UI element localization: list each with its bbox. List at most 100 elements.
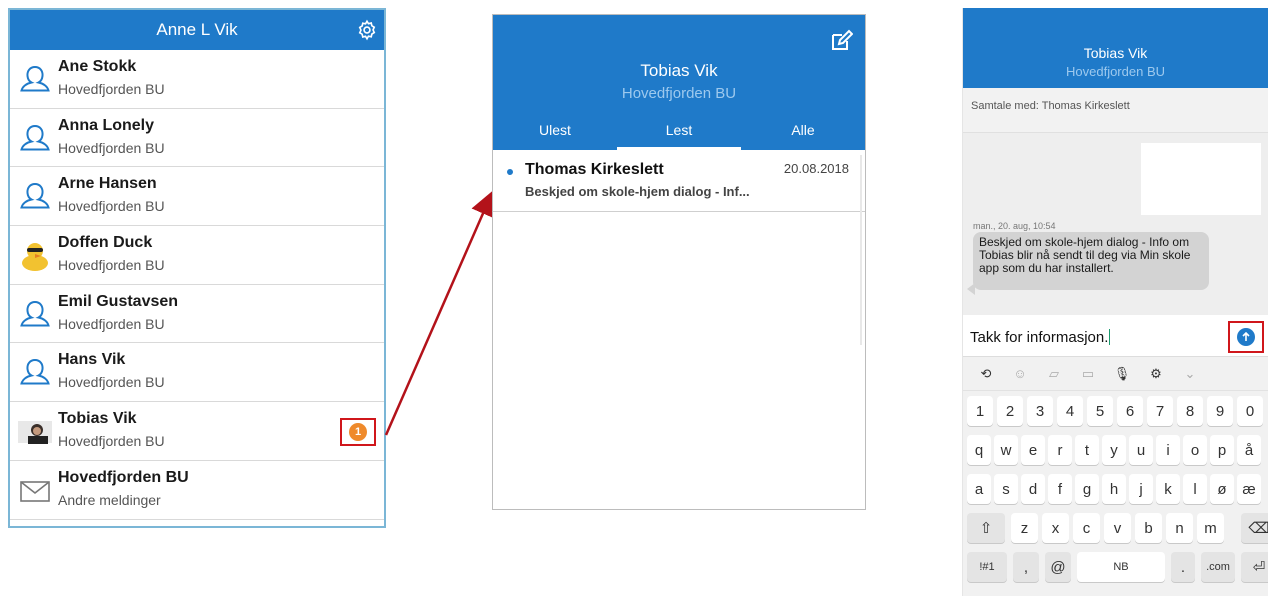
message-date: 20.08.2018 bbox=[783, 161, 849, 176]
message-sender: Thomas Kirkeslett bbox=[525, 161, 664, 178]
space-key[interactable]: NB bbox=[1077, 552, 1165, 582]
key-num-0[interactable]: 1 bbox=[967, 396, 993, 426]
inbox-header: Tobias Vik Hovedfjorden BU Ulest Lest Al… bbox=[493, 15, 865, 150]
envelope-icon bbox=[18, 474, 52, 508]
at-key[interactable]: @ bbox=[1045, 552, 1071, 582]
emoji-icon[interactable]: ☺ bbox=[1003, 366, 1037, 381]
key-r3-4[interactable]: b bbox=[1135, 513, 1162, 543]
scrollbar[interactable] bbox=[860, 155, 862, 345]
tab-lest[interactable]: Lest bbox=[617, 112, 741, 150]
translate-icon[interactable]: ⟲ bbox=[969, 366, 1003, 382]
person-icon bbox=[18, 63, 52, 97]
key-r1-10[interactable]: å bbox=[1237, 435, 1261, 465]
enter-key[interactable]: ⏎ bbox=[1241, 552, 1268, 582]
key-num-5[interactable]: 6 bbox=[1117, 396, 1143, 426]
contact-row[interactable]: Emil Gustavsen Hovedfjorden BU bbox=[10, 285, 384, 344]
key-r2-7[interactable]: k bbox=[1156, 474, 1180, 504]
gif-icon[interactable]: ▭ bbox=[1071, 366, 1105, 382]
contact-row[interactable]: Arne Hansen Hovedfjorden BU bbox=[10, 167, 384, 227]
key-num-1[interactable]: 2 bbox=[997, 396, 1023, 426]
key-r2-0[interactable]: a bbox=[967, 474, 991, 504]
message-input-row: Takk for informasjon. bbox=[963, 315, 1268, 357]
conversation-panel: Tobias Vik Hovedfjorden BU Samtale med: … bbox=[962, 8, 1268, 596]
contact-name: Ane Stokk bbox=[58, 58, 137, 75]
contact-row[interactable]: Tobias Vik Hovedfjorden BU 1 bbox=[10, 402, 384, 461]
contact-subtitle: Andre meldinger bbox=[58, 491, 161, 508]
key-num-6[interactable]: 7 bbox=[1147, 396, 1173, 426]
person-icon bbox=[18, 180, 52, 214]
send-button[interactable] bbox=[1237, 328, 1255, 346]
chat-area: man., 20. aug, 10:54 Beskjed om skole-hj… bbox=[963, 133, 1268, 315]
key-r2-9[interactable]: ø bbox=[1210, 474, 1234, 504]
key-r1-7[interactable]: i bbox=[1156, 435, 1180, 465]
message-input[interactable]: Takk for informasjon. bbox=[970, 329, 1111, 346]
key-r1-8[interactable]: o bbox=[1183, 435, 1207, 465]
key-r2-6[interactable]: j bbox=[1129, 474, 1153, 504]
message-row[interactable]: Thomas Kirkeslett 20.08.2018 Beskjed om … bbox=[493, 150, 865, 212]
contact-subtitle: Hovedfjorden BU bbox=[58, 257, 165, 274]
key-r1-4[interactable]: t bbox=[1075, 435, 1099, 465]
conversation-header: Tobias Vik Hovedfjorden BU bbox=[963, 8, 1268, 88]
key-r2-4[interactable]: g bbox=[1075, 474, 1099, 504]
key-num-2[interactable]: 3 bbox=[1027, 396, 1053, 426]
contact-name: Tobias Vik bbox=[58, 410, 137, 428]
unread-dot-icon bbox=[507, 169, 513, 175]
chevron-down-icon[interactable]: ⌄ bbox=[1173, 366, 1207, 382]
microphone-icon[interactable]: 🎙 bbox=[1105, 366, 1139, 382]
key-num-9[interactable]: 0 bbox=[1237, 396, 1263, 426]
contact-row[interactable]: Doffen Duck Hovedfjorden BU bbox=[10, 226, 384, 285]
contact-row[interactable]: Anna Lonely Hovedfjorden BU bbox=[10, 109, 384, 168]
contact-subtitle: Hovedfjorden BU bbox=[58, 315, 165, 332]
key-r2-10[interactable]: æ bbox=[1237, 474, 1261, 504]
key-num-3[interactable]: 4 bbox=[1057, 396, 1083, 426]
key-r3-3[interactable]: v bbox=[1104, 513, 1131, 543]
compose-icon[interactable] bbox=[829, 29, 853, 53]
key-r2-1[interactable]: s bbox=[994, 474, 1018, 504]
key-r3-6[interactable]: m bbox=[1197, 513, 1224, 543]
inbox-panel: Tobias Vik Hovedfjorden BU Ulest Lest Al… bbox=[492, 14, 866, 510]
key-r1-6[interactable]: u bbox=[1129, 435, 1153, 465]
key-num-8[interactable]: 9 bbox=[1207, 396, 1233, 426]
key-r3-1[interactable]: x bbox=[1042, 513, 1069, 543]
keyboard: ⟲ ☺ ▱ ▭ 🎙 ⚙ ⌄ 1234567890 qwertyuiopå asd… bbox=[963, 357, 1268, 596]
key-r1-1[interactable]: w bbox=[994, 435, 1018, 465]
samtale-with: Samtale med: Thomas Kirkeslett bbox=[963, 88, 1268, 133]
gear-icon[interactable] bbox=[356, 19, 378, 41]
key-r1-9[interactable]: p bbox=[1210, 435, 1234, 465]
key-num-7[interactable]: 8 bbox=[1177, 396, 1203, 426]
key-r2-5[interactable]: h bbox=[1102, 474, 1126, 504]
key-num-4[interactable]: 5 bbox=[1087, 396, 1113, 426]
contact-row[interactable]: Ane Stokk Hovedfjorden BU bbox=[10, 50, 384, 109]
dotcom-key[interactable]: .com bbox=[1201, 552, 1235, 582]
contact-row[interactable]: Hans Vik Hovedfjorden BU bbox=[10, 343, 384, 403]
shift-key[interactable]: ⇧ bbox=[967, 513, 1005, 543]
key-r3-0[interactable]: z bbox=[1011, 513, 1038, 543]
key-r1-3[interactable]: r bbox=[1048, 435, 1072, 465]
symbols-key[interactable]: !#1 bbox=[967, 552, 1007, 582]
contact-row[interactable]: Hovedfjorden BU Andre meldinger bbox=[10, 461, 384, 520]
key-r3-5[interactable]: n bbox=[1166, 513, 1193, 543]
sticker-icon[interactable]: ▱ bbox=[1037, 366, 1071, 382]
key-r1-5[interactable]: y bbox=[1102, 435, 1126, 465]
contact-subtitle: Hovedfjorden BU bbox=[58, 198, 165, 215]
unread-badge[interactable]: 1 bbox=[349, 423, 367, 442]
contact-name: Doffen Duck bbox=[58, 234, 153, 252]
key-r2-3[interactable]: f bbox=[1048, 474, 1072, 504]
contacts-header: Anne L Vik bbox=[10, 10, 384, 50]
message-timestamp: man., 20. aug, 10:54 bbox=[973, 221, 1056, 231]
key-r1-0[interactable]: q bbox=[967, 435, 991, 465]
comma-key[interactable]: , bbox=[1013, 552, 1039, 582]
backspace-key[interactable]: ⌫ bbox=[1241, 513, 1268, 543]
inbox-tabs: Ulest Lest Alle bbox=[493, 112, 865, 150]
key-r2-2[interactable]: d bbox=[1021, 474, 1045, 504]
message-preview: Beskjed om skole-hjem dialog - Inf... bbox=[525, 184, 750, 199]
keyboard-settings-icon[interactable]: ⚙ bbox=[1139, 366, 1173, 382]
contact-subtitle: Hovedfjorden BU bbox=[58, 139, 165, 156]
period-key[interactable]: . bbox=[1171, 552, 1195, 582]
tab-alle[interactable]: Alle bbox=[741, 112, 865, 150]
key-r1-2[interactable]: e bbox=[1021, 435, 1045, 465]
key-r2-8[interactable]: l bbox=[1183, 474, 1207, 504]
contact-name: Anna Lonely bbox=[58, 116, 155, 134]
tab-ulest[interactable]: Ulest bbox=[493, 112, 617, 150]
key-r3-2[interactable]: c bbox=[1073, 513, 1100, 543]
